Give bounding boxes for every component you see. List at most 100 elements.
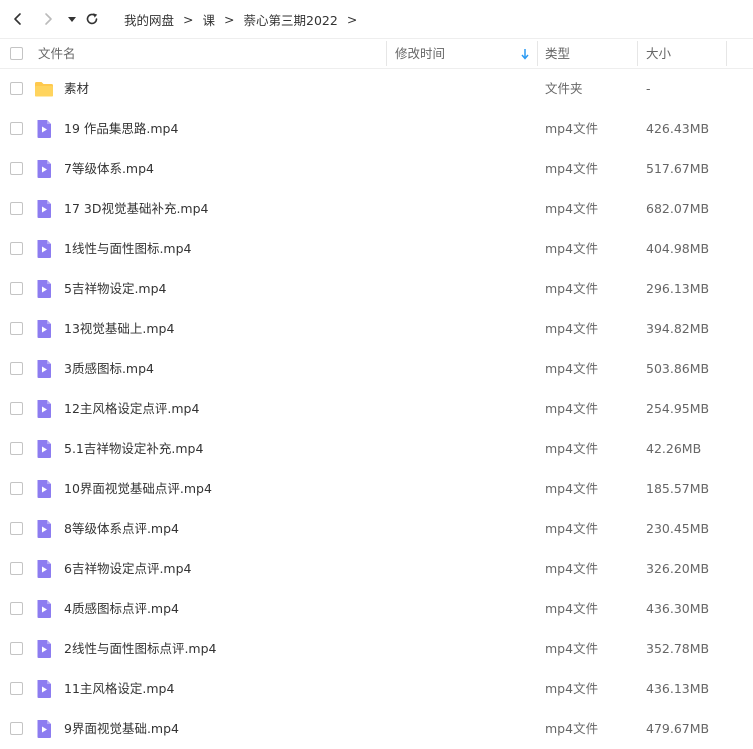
file-name[interactable]: 11主风格设定.mp4	[64, 669, 174, 709]
file-name[interactable]: 2线性与面性图标点评.mp4	[64, 629, 217, 669]
file-size: 296.13MB	[646, 281, 710, 296]
breadcrumb: 我的网盘 > 课 > 萘心第三期2022 >	[124, 0, 366, 38]
column-header-type[interactable]: 类型	[545, 39, 570, 68]
file-name[interactable]: 6吉祥物设定点评.mp4	[64, 549, 192, 589]
file-row[interactable]: 8等级体系点评.mp4 mp4文件 230.45MB	[0, 509, 753, 549]
file-row[interactable]: 17 3D视觉基础补充.mp4 mp4文件 682.07MB	[0, 189, 753, 229]
row-checkbox[interactable]	[10, 482, 23, 495]
file-type: mp4文件	[545, 281, 599, 296]
column-divider[interactable]	[726, 41, 727, 66]
video-file-icon	[37, 400, 51, 418]
column-divider[interactable]	[537, 41, 538, 66]
file-row[interactable]: 5吉祥物设定.mp4 mp4文件 296.13MB	[0, 269, 753, 309]
column-header-name[interactable]: 文件名	[38, 39, 76, 68]
file-row[interactable]: 2线性与面性图标点评.mp4 mp4文件 352.78MB	[0, 629, 753, 669]
video-file-icon	[37, 120, 51, 138]
breadcrumb-item-current[interactable]: 萘心第三期2022	[244, 10, 338, 29]
file-size: 479.67MB	[646, 721, 710, 736]
file-size: 436.30MB	[646, 601, 710, 616]
file-row[interactable]: 1线性与面性图标.mp4 mp4文件 404.98MB	[0, 229, 753, 269]
row-checkbox[interactable]	[10, 402, 23, 415]
column-divider[interactable]	[386, 41, 387, 66]
breadcrumb-item-course[interactable]: 课	[203, 10, 216, 29]
video-file-icon	[37, 200, 51, 218]
file-name[interactable]: 8等级体系点评.mp4	[64, 509, 179, 549]
row-checkbox[interactable]	[10, 522, 23, 535]
file-size: -	[646, 81, 651, 96]
file-name[interactable]: 5.1吉祥物设定补充.mp4	[64, 429, 203, 469]
row-checkbox[interactable]	[10, 82, 23, 95]
video-file-icon	[37, 280, 51, 298]
video-file-icon	[37, 480, 51, 498]
row-checkbox[interactable]	[10, 602, 23, 615]
file-row[interactable]: 3质感图标.mp4 mp4文件 503.86MB	[0, 349, 753, 389]
row-checkbox[interactable]	[10, 202, 23, 215]
chevron-left-icon	[14, 13, 21, 25]
file-name[interactable]: 素材	[64, 69, 89, 109]
file-row[interactable]: 19 作品集思路.mp4 mp4文件 426.43MB	[0, 109, 753, 149]
row-checkbox[interactable]	[10, 362, 23, 375]
file-name[interactable]: 3质感图标.mp4	[64, 349, 154, 389]
file-size: 254.95MB	[646, 401, 710, 416]
file-size: 517.67MB	[646, 161, 710, 176]
file-row[interactable]: 5.1吉祥物设定补充.mp4 mp4文件 42.26MB	[0, 429, 753, 469]
row-checkbox[interactable]	[10, 642, 23, 655]
file-row[interactable]: 12主风格设定点评.mp4 mp4文件 254.95MB	[0, 389, 753, 429]
file-row[interactable]: 13视觉基础上.mp4 mp4文件 394.82MB	[0, 309, 753, 349]
file-size: 326.20MB	[646, 561, 710, 576]
file-name[interactable]: 19 作品集思路.mp4	[64, 109, 178, 149]
row-checkbox[interactable]	[10, 282, 23, 295]
file-name[interactable]: 12主风格设定点评.mp4	[64, 389, 199, 429]
file-size: 426.43MB	[646, 121, 710, 136]
row-checkbox[interactable]	[10, 162, 23, 175]
file-row[interactable]: 4质感图标点评.mp4 mp4文件 436.30MB	[0, 589, 753, 629]
back-button[interactable]	[8, 9, 28, 29]
row-checkbox[interactable]	[10, 122, 23, 135]
column-header-modified[interactable]: 修改时间	[395, 39, 445, 68]
file-name[interactable]: 5吉祥物设定.mp4	[64, 269, 167, 309]
row-checkbox[interactable]	[10, 242, 23, 255]
video-file-icon	[37, 360, 51, 378]
file-size: 404.98MB	[646, 241, 710, 256]
row-checkbox[interactable]	[10, 682, 23, 695]
file-size: 682.07MB	[646, 201, 710, 216]
history-dropdown-button[interactable]	[62, 9, 82, 29]
column-header-size[interactable]: 大小	[646, 39, 671, 68]
arrow-down-icon[interactable]	[520, 48, 530, 60]
file-type: mp4文件	[545, 161, 599, 176]
video-file-icon	[37, 640, 51, 658]
row-checkbox[interactable]	[10, 442, 23, 455]
file-row[interactable]: 6吉祥物设定点评.mp4 mp4文件 326.20MB	[0, 549, 753, 589]
row-checkbox[interactable]	[10, 322, 23, 335]
file-name[interactable]: 1线性与面性图标.mp4	[64, 229, 192, 269]
video-file-icon	[37, 720, 51, 738]
select-all-checkbox[interactable]	[10, 47, 23, 60]
file-type: mp4文件	[545, 721, 599, 736]
file-type: 文件夹	[545, 81, 583, 96]
file-name[interactable]: 13视觉基础上.mp4	[64, 309, 174, 349]
file-type: mp4文件	[545, 241, 599, 256]
file-type: mp4文件	[545, 361, 599, 376]
column-divider[interactable]	[637, 41, 638, 66]
video-file-icon	[37, 680, 51, 698]
breadcrumb-item-root[interactable]: 我的网盘	[124, 10, 174, 29]
file-type: mp4文件	[545, 521, 599, 536]
file-name[interactable]: 17 3D视觉基础补充.mp4	[64, 189, 209, 229]
refresh-button[interactable]	[82, 9, 102, 29]
caret-down-icon	[68, 17, 76, 22]
file-name[interactable]: 10界面视觉基础点评.mp4	[64, 469, 212, 509]
breadcrumb-separator: >	[346, 11, 358, 27]
file-name[interactable]: 4质感图标点评.mp4	[64, 589, 179, 629]
file-name[interactable]: 9界面视觉基础.mp4	[64, 709, 179, 749]
folder-icon	[35, 82, 53, 97]
row-checkbox[interactable]	[10, 562, 23, 575]
file-name[interactable]: 7等级体系.mp4	[64, 149, 154, 189]
chevron-right-icon	[45, 13, 52, 25]
file-row[interactable]: 7等级体系.mp4 mp4文件 517.67MB	[0, 149, 753, 189]
row-checkbox[interactable]	[10, 722, 23, 735]
file-row[interactable]: 素材 文件夹 -	[0, 69, 753, 109]
file-row[interactable]: 9界面视觉基础.mp4 mp4文件 479.67MB	[0, 709, 753, 749]
forward-button[interactable]	[38, 9, 58, 29]
file-row[interactable]: 11主风格设定.mp4 mp4文件 436.13MB	[0, 669, 753, 709]
file-row[interactable]: 10界面视觉基础点评.mp4 mp4文件 185.57MB	[0, 469, 753, 509]
